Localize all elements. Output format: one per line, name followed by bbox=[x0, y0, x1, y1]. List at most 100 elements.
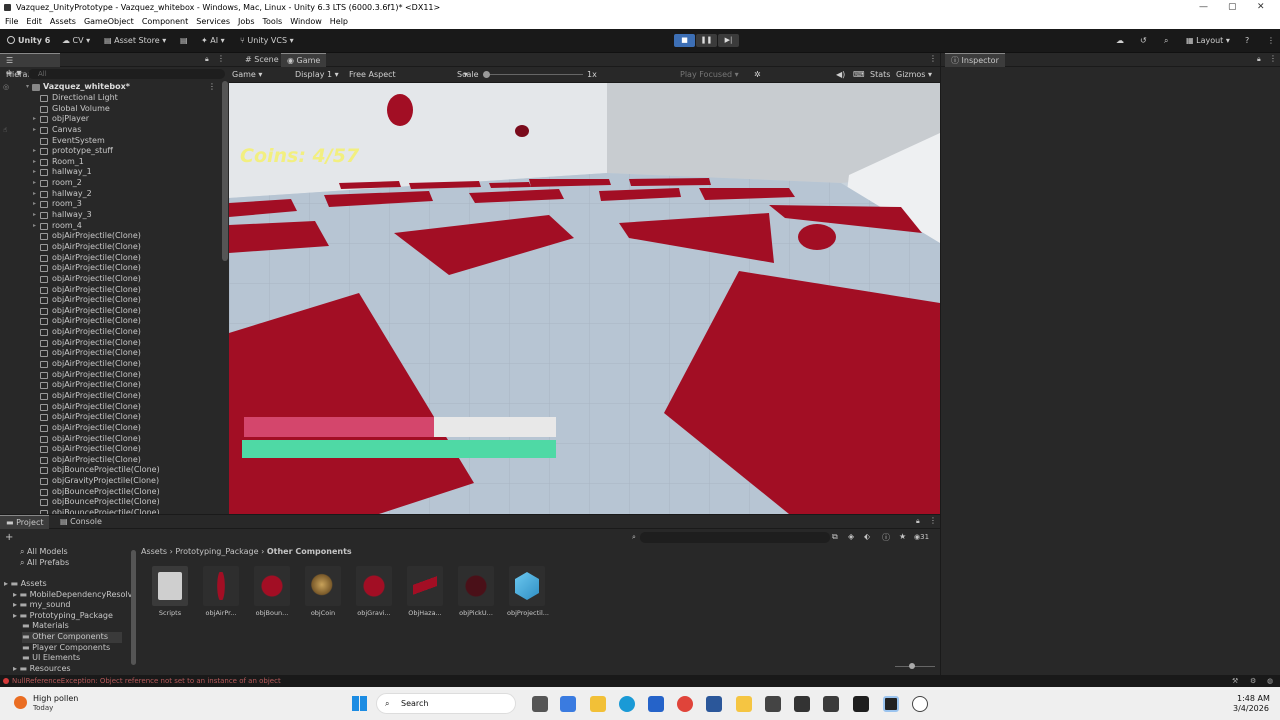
unity-editor-icon[interactable] bbox=[883, 696, 899, 712]
expand-arrow-icon[interactable]: ▸ bbox=[33, 146, 36, 157]
hierarchy-row[interactable]: EventSystem bbox=[0, 136, 222, 147]
pick-icon[interactable]: ☝ bbox=[3, 126, 7, 134]
info-icon[interactable]: ⓘ bbox=[882, 532, 890, 543]
project-folder-row[interactable]: ▸ ▬ MobileDependencyResolv bbox=[13, 590, 132, 601]
app-icon[interactable] bbox=[794, 696, 810, 712]
error-message[interactable]: NullReferenceException: Object reference… bbox=[12, 677, 281, 685]
hierarchy-row[interactable]: objAirProjectile(Clone) bbox=[0, 412, 222, 423]
project-folder-row[interactable]: ▸ ▬ my_sound bbox=[13, 600, 70, 611]
hierarchy-row[interactable]: objAirProjectile(Clone) bbox=[0, 231, 222, 242]
asset-item[interactable]: objBoun... bbox=[252, 566, 292, 617]
project-folder-row[interactable]: ▬ Player Components bbox=[22, 643, 110, 654]
ai-dropdown[interactable]: ✦ AI ▾ bbox=[201, 35, 225, 47]
pause-button[interactable]: ❚❚ bbox=[696, 34, 717, 47]
project-folder-row[interactable]: ▸ ▬ Prototyping_Package bbox=[13, 611, 113, 622]
scene-root-row[interactable]: ▾ Vazquez_whitebox* ⋮ bbox=[0, 82, 222, 93]
unity-hub-icon[interactable] bbox=[765, 696, 781, 712]
lock-icon[interactable]: 🔒︎ bbox=[916, 517, 920, 526]
hierarchy-row[interactable]: ▸ hallway_3 bbox=[0, 210, 222, 221]
expand-arrow-icon[interactable]: ▸ bbox=[33, 210, 36, 221]
hierarchy-row[interactable]: objAirProjectile(Clone) bbox=[0, 338, 222, 349]
maximize-button[interactable]: ▢ bbox=[1228, 0, 1237, 15]
notes-icon[interactable] bbox=[736, 696, 752, 712]
tab-hierarchy[interactable]: ☰ Hierarchy bbox=[0, 53, 60, 79]
debug-icon[interactable]: ⚒ bbox=[1232, 675, 1238, 687]
expand-arrow-icon[interactable]: ▸ bbox=[33, 167, 36, 178]
expand-arrow-icon[interactable]: ▸ bbox=[33, 189, 36, 200]
gizmos-dropdown[interactable]: Gizmos ▾ bbox=[896, 69, 932, 81]
search-icon[interactable]: ⌕ bbox=[1164, 35, 1168, 47]
hierarchy-row[interactable]: ▸ room_4 bbox=[0, 221, 222, 232]
hierarchy-row[interactable]: objAirProjectile(Clone) bbox=[0, 402, 222, 413]
filter-label-icon[interactable]: ◈ bbox=[848, 532, 854, 541]
expand-arrow-icon[interactable]: ▸ bbox=[33, 114, 36, 125]
play-button[interactable]: ■ bbox=[674, 34, 695, 47]
project-folder-row[interactable]: ▸ ▬ Assets bbox=[4, 579, 47, 590]
file-explorer-icon[interactable] bbox=[590, 696, 606, 712]
tab-game[interactable]: ◉ Game bbox=[281, 53, 327, 67]
cloud-services-icon[interactable]: ☁ bbox=[1116, 35, 1124, 47]
project-folder-row[interactable]: ▬ UI Elements bbox=[22, 653, 80, 664]
project-search-input[interactable] bbox=[640, 532, 830, 543]
asset-store-button[interactable]: ▤ Asset Store ▾ bbox=[104, 35, 166, 47]
expand-arrow-icon[interactable]: ▸ bbox=[33, 221, 36, 232]
project-folder-row[interactable]: ▬ Materials bbox=[22, 621, 69, 632]
menu-item-edit[interactable]: Edit bbox=[26, 15, 42, 29]
hierarchy-row[interactable]: ▸ room_2 bbox=[0, 178, 222, 189]
vcs-dropdown[interactable]: ⑂ Unity VCS ▾ bbox=[240, 35, 294, 47]
panel-menu-icon[interactable]: ⋮ bbox=[1269, 54, 1277, 63]
layout-dropdown[interactable]: ▦ Layout ▾ bbox=[1186, 35, 1230, 47]
taskbar-search[interactable]: ⌕ Search bbox=[376, 693, 516, 714]
menu-item-file[interactable]: File bbox=[5, 15, 18, 29]
asset-item[interactable]: ObjHaza... bbox=[405, 566, 445, 617]
hierarchy-row[interactable]: objAirProjectile(Clone) bbox=[0, 327, 222, 338]
menu-item-help[interactable]: Help bbox=[330, 15, 348, 29]
hierarchy-row[interactable]: objGravityProjectile(Clone) bbox=[0, 476, 222, 487]
hierarchy-row[interactable]: objAirProjectile(Clone) bbox=[0, 391, 222, 402]
hierarchy-row[interactable]: objBounceProjectile(Clone) bbox=[0, 487, 222, 498]
display-dropdown[interactable]: Display 1 ▾ bbox=[295, 69, 339, 81]
weather-title[interactable]: High pollen bbox=[33, 694, 78, 703]
progress-icon[interactable]: ⚙ bbox=[1250, 675, 1256, 687]
menu-item-jobs[interactable]: Jobs bbox=[238, 15, 255, 29]
tab-project[interactable]: ▬ Project bbox=[0, 515, 50, 529]
hierarchy-row[interactable]: objAirProjectile(Clone) bbox=[0, 423, 222, 434]
asset-item[interactable]: objPickU... bbox=[456, 566, 496, 617]
asset-item[interactable]: objAirPr... bbox=[201, 566, 241, 617]
hierarchy-row[interactable]: ▸ hallway_1 bbox=[0, 167, 222, 178]
tab-scene[interactable]: # Scene bbox=[239, 53, 285, 67]
hierarchy-row[interactable]: ▸ room_3 bbox=[0, 199, 222, 210]
package-manager-icon[interactable]: ▤ bbox=[180, 35, 188, 47]
hierarchy-row[interactable]: ▸ objPlayer bbox=[0, 114, 222, 125]
hierarchy-row[interactable]: ▸ hallway_2 bbox=[0, 189, 222, 200]
project-folder-row[interactable]: ▬ Other Components bbox=[22, 632, 122, 643]
task-view-icon[interactable] bbox=[532, 696, 548, 712]
tab-inspector[interactable]: ⓘ Inspector bbox=[945, 53, 1005, 67]
create-asset-button[interactable]: + bbox=[5, 532, 13, 543]
expand-arrow-icon[interactable]: ▸ bbox=[33, 125, 36, 136]
filter-type-icon[interactable]: ⧉ bbox=[832, 532, 838, 542]
add-object-button[interactable]: + ▾ bbox=[5, 68, 22, 79]
microsoft-store-icon[interactable] bbox=[560, 696, 576, 712]
project-tree-scrollbar[interactable] bbox=[131, 550, 136, 665]
hierarchy-row[interactable]: objAirProjectile(Clone) bbox=[0, 348, 222, 359]
breadcrumb-item[interactable]: Other Components bbox=[267, 547, 352, 556]
tab-console[interactable]: ▤ Console bbox=[54, 515, 108, 529]
hierarchy-row[interactable]: objAirProjectile(Clone) bbox=[0, 253, 222, 264]
hierarchy-row[interactable]: objAirProjectile(Clone) bbox=[0, 274, 222, 285]
menu-item-tools[interactable]: Tools bbox=[263, 15, 283, 29]
asset-item[interactable]: objGravi... bbox=[354, 566, 394, 617]
clock-date[interactable]: 3/4/2026 bbox=[1233, 704, 1269, 713]
hierarchy-row[interactable]: objAirProjectile(Clone) bbox=[0, 316, 222, 327]
asset-item[interactable]: objProjectil... bbox=[507, 566, 549, 617]
hierarchy-row[interactable]: objAirProjectile(Clone) bbox=[0, 263, 222, 274]
menu-item-gameobject[interactable]: GameObject bbox=[84, 15, 134, 29]
hierarchy-row[interactable]: ▸ prototype_stuff bbox=[0, 146, 222, 157]
clock-time[interactable]: 1:48 AM bbox=[1237, 694, 1270, 703]
lock-icon[interactable]: 🔒︎ bbox=[1257, 55, 1261, 64]
favorite-star-icon[interactable]: ★ bbox=[899, 532, 906, 541]
windows-start-icon[interactable] bbox=[352, 696, 367, 711]
game-viewport[interactable]: Coins: 4/57 bbox=[229, 83, 940, 514]
hierarchy-row[interactable]: objAirProjectile(Clone) bbox=[0, 306, 222, 317]
hierarchy-row[interactable]: objAirProjectile(Clone) bbox=[0, 380, 222, 391]
